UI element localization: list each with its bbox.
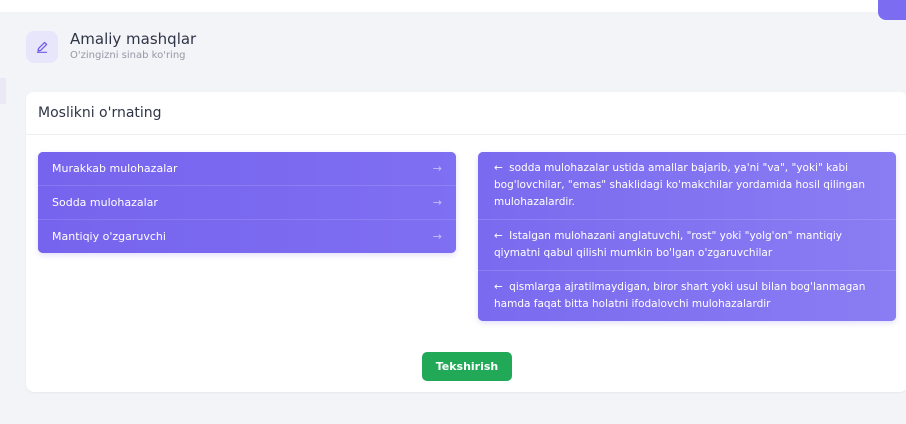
corner-accent (878, 0, 906, 20)
terms-list: Murakkab mulohazalar → Sodda mulohazalar… (38, 152, 456, 253)
arrow-left-icon: ← (494, 230, 503, 242)
top-bar (0, 0, 906, 12)
definition-item[interactable]: ← qismlarga ajratilmaydigan, biror shart… (478, 271, 896, 321)
term-item[interactable]: Sodda mulohazalar → (38, 186, 456, 220)
term-label: Mantiqiy o'zgaruvchi (52, 230, 166, 243)
left-edge-tab (0, 78, 6, 104)
divider (26, 134, 906, 135)
definitions-list: ← sodda mulohazalar ustida amallar bajar… (478, 152, 896, 321)
exercise-card: Moslikni o'rnating Murakkab mulohazalar … (26, 92, 906, 392)
header-text: Amaliy mashqlar O'zingizni sinab ko'ring (70, 30, 196, 63)
page-title: Amaliy mashqlar (70, 30, 197, 48)
term-item[interactable]: Murakkab mulohazalar → (38, 152, 456, 186)
definition-text: qismlarga ajratilmaydigan, biror shart y… (494, 281, 866, 310)
definition-text: Istalgan mulohazani anglatuvchi, "rost" … (494, 230, 842, 259)
definition-text: sodda mulohazalar ustida amallar bajarib… (494, 162, 866, 208)
arrow-left-icon: ← (494, 162, 503, 174)
arrow-right-icon: → (432, 230, 442, 243)
term-label: Sodda mulohazalar (52, 196, 158, 209)
arrow-right-icon: → (432, 196, 442, 209)
exercise-title: Moslikni o'rnating (38, 105, 162, 121)
pencil-icon (26, 30, 58, 63)
definition-item[interactable]: ← sodda mulohazalar ustida amallar bajar… (478, 152, 896, 220)
term-item[interactable]: Mantiqiy o'zgaruvchi → (38, 220, 456, 253)
term-label: Murakkab mulohazalar (52, 162, 178, 175)
check-button[interactable]: Tekshirish (422, 352, 512, 381)
definition-item[interactable]: ← Istalgan mulohazani anglatuvchi, "rost… (478, 220, 896, 271)
section-header: Amaliy mashqlar O'zingizni sinab ko'ring (26, 30, 196, 63)
arrow-left-icon: ← (494, 281, 503, 293)
page-subtitle: O'zingizni sinab ko'ring (70, 50, 186, 61)
arrow-right-icon: → (432, 162, 442, 175)
